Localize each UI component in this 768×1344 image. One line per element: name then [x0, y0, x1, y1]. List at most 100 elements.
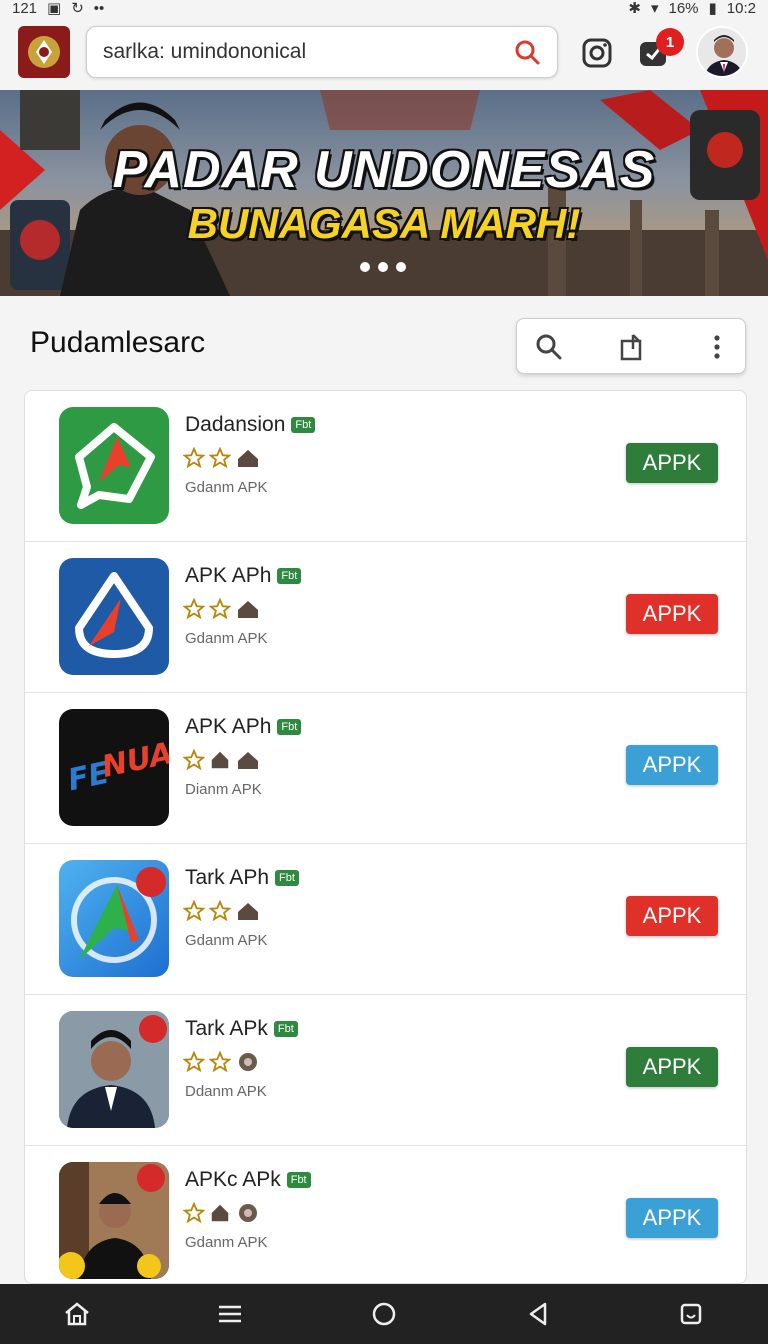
star-outline-icon — [183, 900, 205, 922]
app-bar: sarlka: umindononical 1 — [0, 16, 768, 90]
app-tag: Fbt — [277, 568, 302, 584]
app-icon[interactable] — [59, 558, 169, 675]
rating — [183, 900, 261, 922]
sync-icon: ↻ — [71, 0, 84, 17]
app-name-row: Tark APh Fbt — [185, 866, 299, 890]
rating — [183, 447, 261, 469]
list-item[interactable]: FE NUA APK APh Fbt Dianm APK APPK — [25, 693, 746, 844]
carousel-dot[interactable] — [396, 262, 406, 272]
compass-a-icon — [75, 572, 153, 658]
app-icon[interactable] — [59, 407, 169, 524]
app-subtitle: Dianm APK — [185, 781, 262, 798]
status-clock: 10:2 — [726, 0, 756, 17]
portrait-icon — [59, 1162, 169, 1279]
app-name: Tark APk — [185, 1017, 268, 1040]
share-icon[interactable] — [617, 331, 649, 363]
app-tag: Fbt — [277, 719, 302, 735]
app-name-row: APK APh Fbt — [185, 715, 302, 739]
notification-badge: 1 — [656, 28, 684, 56]
app-subtitle: Ddanm APK — [185, 1083, 267, 1100]
home-badge-icon — [238, 903, 258, 920]
app-name-row: APK APh Fbt — [185, 564, 302, 588]
rating — [183, 1202, 261, 1224]
app-icon[interactable] — [59, 1162, 169, 1279]
svg-text:NUA: NUA — [99, 736, 169, 785]
promo-banner[interactable]: PADAR UNDONESAS BUNAGASA MARH! — [0, 90, 768, 296]
user-avatar[interactable] — [696, 26, 748, 78]
home-badge-icon — [238, 752, 258, 769]
app-subtitle: Gdanm APK — [185, 932, 268, 949]
emblem-icon — [28, 36, 60, 68]
app-name: APK APh — [185, 564, 272, 587]
fenua-logo-icon: FE NUA — [65, 736, 169, 798]
download-button[interactable]: APPK — [626, 1047, 718, 1087]
search-icon[interactable] — [533, 331, 565, 363]
app-tag: Fbt — [291, 417, 316, 433]
banner-subtitle: BUNAGASA MARH! — [187, 200, 581, 247]
back-icon[interactable] — [523, 1299, 553, 1329]
home-badge-icon — [238, 601, 258, 618]
avatar-icon — [698, 28, 746, 76]
seal-badge-icon — [239, 1204, 257, 1222]
app-list: Dadansion Fbt Gdanm APK APPK APK APh Fbt… — [24, 390, 747, 1284]
bottom-nav — [0, 1284, 768, 1344]
safari-a-icon — [71, 867, 166, 963]
home-circle-icon[interactable] — [369, 1299, 399, 1329]
star-outline-icon — [183, 447, 205, 469]
rating — [183, 1051, 261, 1073]
section-title: Pudamlesarc — [30, 326, 206, 359]
download-button[interactable]: APPK — [626, 896, 718, 936]
app-name: APK APh — [185, 715, 272, 738]
list-item[interactable]: APK APh Fbt Gdanm APK APPK — [25, 542, 746, 693]
app-icon[interactable] — [59, 860, 169, 977]
app-name-row: Tark APk Fbt — [185, 1017, 298, 1041]
status-time: 121 — [12, 0, 38, 17]
app-icon[interactable] — [59, 1011, 169, 1128]
carousel-dot[interactable] — [360, 262, 370, 272]
app-subtitle: Gdanm APK — [185, 479, 268, 496]
portrait-icon — [59, 1011, 169, 1128]
search-input[interactable]: sarlka: umindononical — [86, 26, 558, 78]
star-outline-icon — [183, 1202, 205, 1224]
app-subtitle: Gdanm APK — [185, 630, 268, 647]
recents-icon[interactable] — [676, 1299, 706, 1329]
app-icon[interactable]: FE NUA — [59, 709, 169, 826]
app-logo[interactable] — [18, 26, 70, 78]
star-outline-icon — [183, 749, 205, 771]
seal-badge-icon — [239, 1053, 257, 1071]
list-item[interactable]: Tark APk Fbt Ddanm APK APPK — [25, 995, 746, 1146]
more-vert-icon[interactable] — [701, 331, 733, 363]
star-outline-icon — [209, 1051, 231, 1073]
list-item[interactable]: Dadansion Fbt Gdanm APK APPK — [25, 391, 746, 542]
battery-icon: ▮ — [708, 0, 717, 17]
more-dots-icon: •• — [93, 0, 105, 17]
app-tag: Fbt — [273, 1021, 298, 1037]
app-name: Tark APh — [185, 866, 270, 889]
app-name-row: Dadansion Fbt — [185, 413, 316, 437]
app-name-row: APKc APk Fbt — [185, 1168, 311, 1192]
list-item[interactable]: APKc APk Fbt Gdanm APK APPK — [25, 1146, 746, 1283]
star-outline-icon — [183, 1051, 205, 1073]
app-name: Dadansion — [185, 413, 286, 436]
bluetooth-icon: ✱ — [628, 0, 641, 17]
search-icon[interactable] — [513, 38, 541, 66]
app-tag: Fbt — [275, 870, 299, 886]
star-outline-icon — [183, 598, 205, 620]
list-item[interactable]: Tark APh Fbt Gdanm APK APPK — [25, 844, 746, 995]
toolbar — [516, 318, 746, 374]
carousel-dot[interactable] — [378, 262, 388, 272]
star-outline-icon — [209, 900, 231, 922]
star-outline-icon — [209, 447, 231, 469]
download-button[interactable]: APPK — [626, 745, 718, 785]
home-badge-icon — [238, 450, 258, 467]
wifi-icon: ▾ — [650, 0, 659, 17]
carousel-dots[interactable] — [360, 262, 406, 272]
menu-icon[interactable] — [215, 1299, 245, 1329]
home-icon[interactable] — [62, 1299, 92, 1329]
rating — [183, 598, 261, 620]
instagram-icon[interactable] — [580, 36, 614, 70]
download-button[interactable]: APPK — [626, 1198, 718, 1238]
download-button[interactable]: APPK — [626, 594, 718, 634]
app-subtitle: Gdanm APK — [185, 1234, 268, 1251]
download-button[interactable]: APPK — [626, 443, 718, 483]
